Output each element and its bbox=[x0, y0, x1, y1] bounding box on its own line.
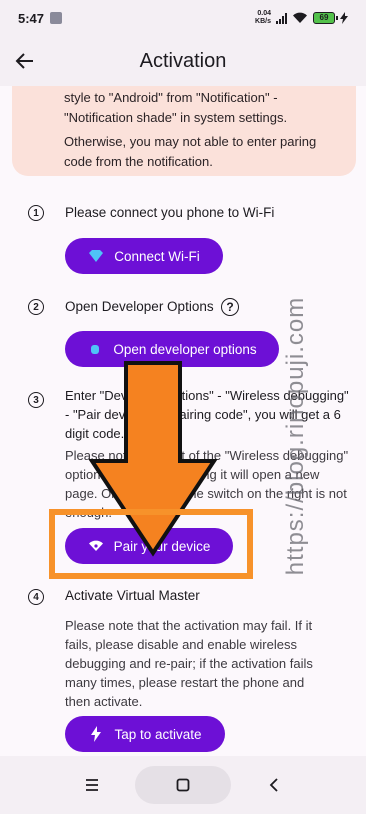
net-speed-value: 0.04 bbox=[257, 10, 271, 17]
step-4-number: 4 bbox=[28, 589, 44, 605]
wifi-icon bbox=[88, 538, 104, 554]
battery-icon: 69 bbox=[313, 12, 338, 24]
step-4-title: Activate Virtual Master bbox=[65, 588, 200, 603]
step-3-title: Enter "Developer options" - "Wireless de… bbox=[65, 388, 349, 441]
content-scroll[interactable]: style to "Android" from "Notification" -… bbox=[0, 86, 366, 756]
home-icon bbox=[176, 778, 190, 792]
diamond-wifi-icon bbox=[88, 248, 104, 264]
wifi-status-icon bbox=[293, 12, 307, 23]
step-2-number: 2 bbox=[28, 299, 44, 315]
back-chevron-icon bbox=[270, 778, 278, 792]
net-speed-unit: KB/s bbox=[255, 18, 271, 25]
net-speed: 0.04 KB/s bbox=[255, 10, 271, 26]
warning-card: style to "Android" from "Notification" -… bbox=[12, 86, 356, 176]
menu-icon bbox=[85, 779, 98, 791]
back-button[interactable] bbox=[0, 36, 50, 86]
status-time: 5:47 bbox=[18, 10, 45, 26]
pair-device-label: Pair your device bbox=[113, 538, 211, 554]
open-developer-options-label: Open developer options bbox=[113, 341, 257, 357]
warning-text-1: style to "Android" from "Notification" -… bbox=[64, 90, 288, 125]
step-4-desc: Please note that the activation may fail… bbox=[65, 618, 313, 709]
navigation-bar bbox=[0, 756, 366, 814]
status-bar: 5:47 0.04 KB/s 69 bbox=[0, 0, 366, 36]
step-3-desc: Please note that part of the "Wireless d… bbox=[65, 448, 349, 520]
help-icon[interactable]: ? bbox=[221, 298, 239, 316]
app-notification-icon bbox=[50, 12, 63, 24]
back-arrow-icon bbox=[15, 53, 33, 69]
nav-back-button[interactable] bbox=[254, 765, 294, 805]
signal-icon bbox=[276, 12, 287, 24]
step-2-title: Open Developer Options bbox=[65, 299, 214, 314]
step-1-title: Please connect you phone to Wi-Fi bbox=[65, 205, 275, 220]
pair-device-button[interactable]: Pair your device bbox=[65, 528, 233, 564]
status-icons: 0.04 KB/s 69 bbox=[255, 10, 348, 26]
activate-label: Tap to activate bbox=[114, 726, 202, 742]
step-3-number: 3 bbox=[28, 392, 44, 408]
warning-text-2: Otherwise, you may not able to enter par… bbox=[64, 134, 317, 169]
charging-icon bbox=[340, 12, 348, 24]
connect-wifi-label: Connect Wi-Fi bbox=[114, 248, 200, 264]
app-bar: Activation bbox=[0, 36, 366, 86]
step-1-number: 1 bbox=[28, 205, 44, 221]
menu-button[interactable] bbox=[72, 765, 112, 805]
connect-wifi-button[interactable]: Connect Wi-Fi bbox=[65, 238, 223, 274]
lightning-icon bbox=[88, 726, 104, 742]
page-title: Activation bbox=[139, 49, 227, 72]
android-icon bbox=[87, 341, 103, 357]
home-button[interactable] bbox=[134, 766, 231, 804]
open-developer-options-button[interactable]: Open developer options bbox=[65, 331, 279, 367]
activate-button[interactable]: Tap to activate bbox=[65, 716, 225, 752]
